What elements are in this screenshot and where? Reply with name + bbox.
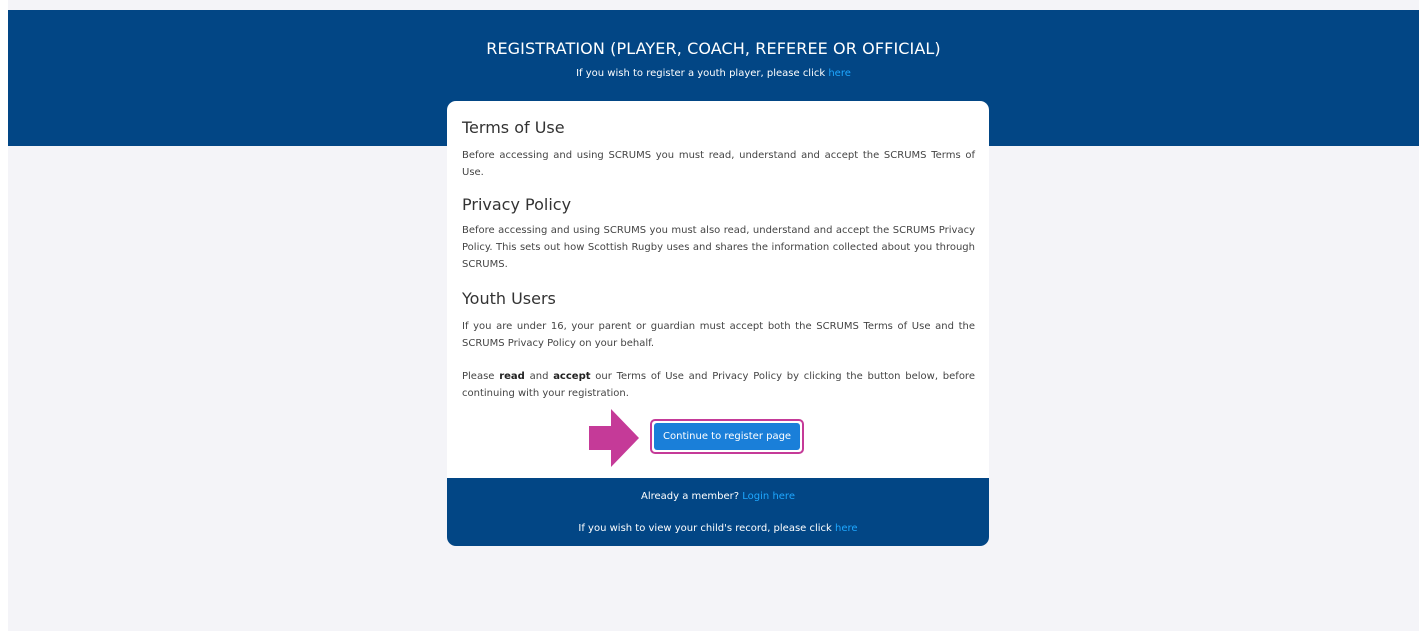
already-member-text: Already a member? [641, 491, 743, 502]
child-record-link[interactable]: here [835, 523, 858, 534]
child-record-line: If you wish to view your child's record,… [447, 523, 989, 534]
youth-heading: Youth Users [462, 289, 556, 308]
instruction-read: read [499, 371, 525, 382]
card-footer: Already a member? Login here If you wish… [447, 478, 989, 546]
login-link[interactable]: Login here [742, 491, 795, 502]
page-title: REGISTRATION (PLAYER, COACH, REFEREE OR … [486, 39, 941, 58]
continue-button-highlight: Continue to register page [650, 419, 805, 454]
instruction-accept: accept [553, 371, 591, 382]
terms-heading: Terms of Use [462, 118, 565, 137]
arrow-right-icon [589, 409, 639, 467]
page-background: REGISTRATION (PLAYER, COACH, REFEREE OR … [8, 0, 1419, 631]
already-member-line: Already a member? Login here [447, 491, 989, 502]
instruction-prefix: Please [462, 371, 500, 382]
youth-register-text: If you wish to register a youth player, … [576, 68, 829, 79]
youth-register-link[interactable]: here [828, 68, 851, 79]
privacy-text: Before accessing and using SCRUMS you mu… [462, 225, 975, 270]
instruction-text: Please read and accept our Terms of Use … [462, 368, 975, 402]
youth-text: If you are under 16, your parent or guar… [462, 321, 975, 349]
child-record-text: If you wish to view your child's record,… [578, 523, 836, 534]
terms-text: Before accessing and using SCRUMS you mu… [462, 150, 975, 178]
continue-to-register-button[interactable]: Continue to register page [654, 423, 801, 450]
youth-register-line: If you wish to register a youth player, … [8, 68, 1419, 79]
instruction-and: and [524, 371, 554, 382]
consent-card: Terms of Use Before accessing and using … [447, 101, 989, 546]
privacy-heading: Privacy Policy [462, 195, 572, 214]
